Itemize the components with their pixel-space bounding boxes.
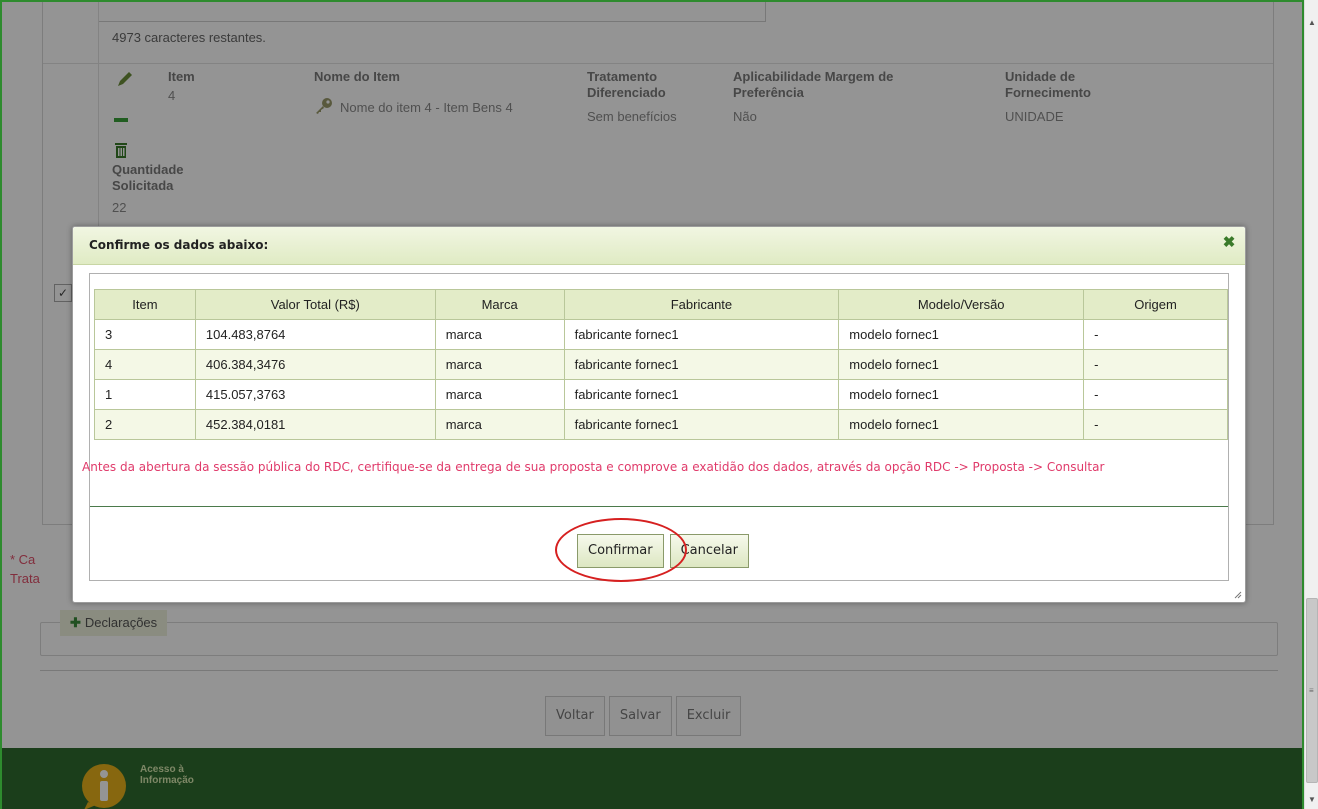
cell-fabricante: fabricante fornec1	[563, 409, 840, 440]
col-origem: Origem	[1083, 289, 1228, 320]
warning-message: Antes da abertura da sessão pública do R…	[82, 460, 1105, 474]
dialog-title: Confirme os dados abaixo:	[89, 238, 269, 252]
table-row: 2 452.384,0181 marca fabricante fornec1 …	[94, 409, 1228, 440]
cell-item: 2	[94, 409, 196, 440]
col-valor-total: Valor Total (R$)	[194, 289, 436, 320]
close-icon[interactable]: ✖	[1221, 235, 1237, 251]
cell-valor: 406.384,3476	[194, 349, 436, 380]
cell-marca: marca	[434, 349, 565, 380]
cell-origem: -	[1083, 379, 1228, 410]
cell-origem: -	[1083, 319, 1228, 350]
dialog-divider	[90, 506, 1228, 507]
cell-modelo: modelo fornec1	[838, 349, 1085, 380]
cell-modelo: modelo fornec1	[838, 319, 1085, 350]
cancel-button[interactable]: Cancelar	[669, 534, 749, 568]
cell-fabricante: fabricante fornec1	[563, 379, 840, 410]
table-row: 4 406.384,3476 marca fabricante fornec1 …	[94, 349, 1228, 380]
grip-icon: ≡	[1309, 686, 1314, 695]
col-fabricante: Fabricante	[563, 289, 840, 320]
resize-grip-icon[interactable]	[1234, 591, 1242, 599]
cell-valor: 452.384,0181	[194, 409, 436, 440]
cell-valor: 104.483,8764	[194, 319, 436, 350]
col-item: Item	[94, 289, 196, 320]
page-frame: 4973 caracteres restantes. Item 4 Nome d…	[0, 0, 1304, 809]
confirm-dialog: Confirme os dados abaixo: ✖ Item Valor T…	[72, 226, 1246, 603]
items-table: Item Valor Total (R$) Marca Fabricante M…	[94, 289, 1228, 440]
cell-valor: 415.057,3763	[194, 379, 436, 410]
scroll-down-icon[interactable]: ▼	[1305, 793, 1318, 807]
confirm-button[interactable]: Confirmar	[577, 534, 664, 568]
dialog-header[interactable]: Confirme os dados abaixo: ✖	[73, 227, 1245, 265]
col-modelo: Modelo/Versão	[838, 289, 1085, 320]
table-row: 3 104.483,8764 marca fabricante fornec1 …	[94, 319, 1228, 350]
cell-item: 1	[94, 379, 196, 410]
cell-fabricante: fabricante fornec1	[563, 319, 840, 350]
cell-item: 3	[94, 319, 196, 350]
cell-modelo: modelo fornec1	[838, 379, 1085, 410]
scrollbar-thumb[interactable]: ≡	[1306, 598, 1318, 783]
dialog-buttons: Confirmar Cancelar	[555, 518, 749, 582]
cell-fabricante: fabricante fornec1	[563, 349, 840, 380]
cell-origem: -	[1083, 349, 1228, 380]
cell-marca: marca	[434, 409, 565, 440]
col-marca: Marca	[434, 289, 565, 320]
cell-marca: marca	[434, 319, 565, 350]
scroll-up-icon[interactable]: ▲	[1305, 16, 1318, 30]
cell-origem: -	[1083, 409, 1228, 440]
cell-item: 4	[94, 349, 196, 380]
cell-modelo: modelo fornec1	[838, 409, 1085, 440]
table-row: 1 415.057,3763 marca fabricante fornec1 …	[94, 379, 1228, 410]
table-header: Item Valor Total (R$) Marca Fabricante M…	[94, 289, 1228, 320]
confirm-wrap: Confirmar	[555, 518, 687, 582]
vertical-scrollbar[interactable]: ▲ ≡ ▼	[1304, 0, 1318, 809]
dialog-body: Item Valor Total (R$) Marca Fabricante M…	[82, 273, 1229, 582]
cell-marca: marca	[434, 379, 565, 410]
